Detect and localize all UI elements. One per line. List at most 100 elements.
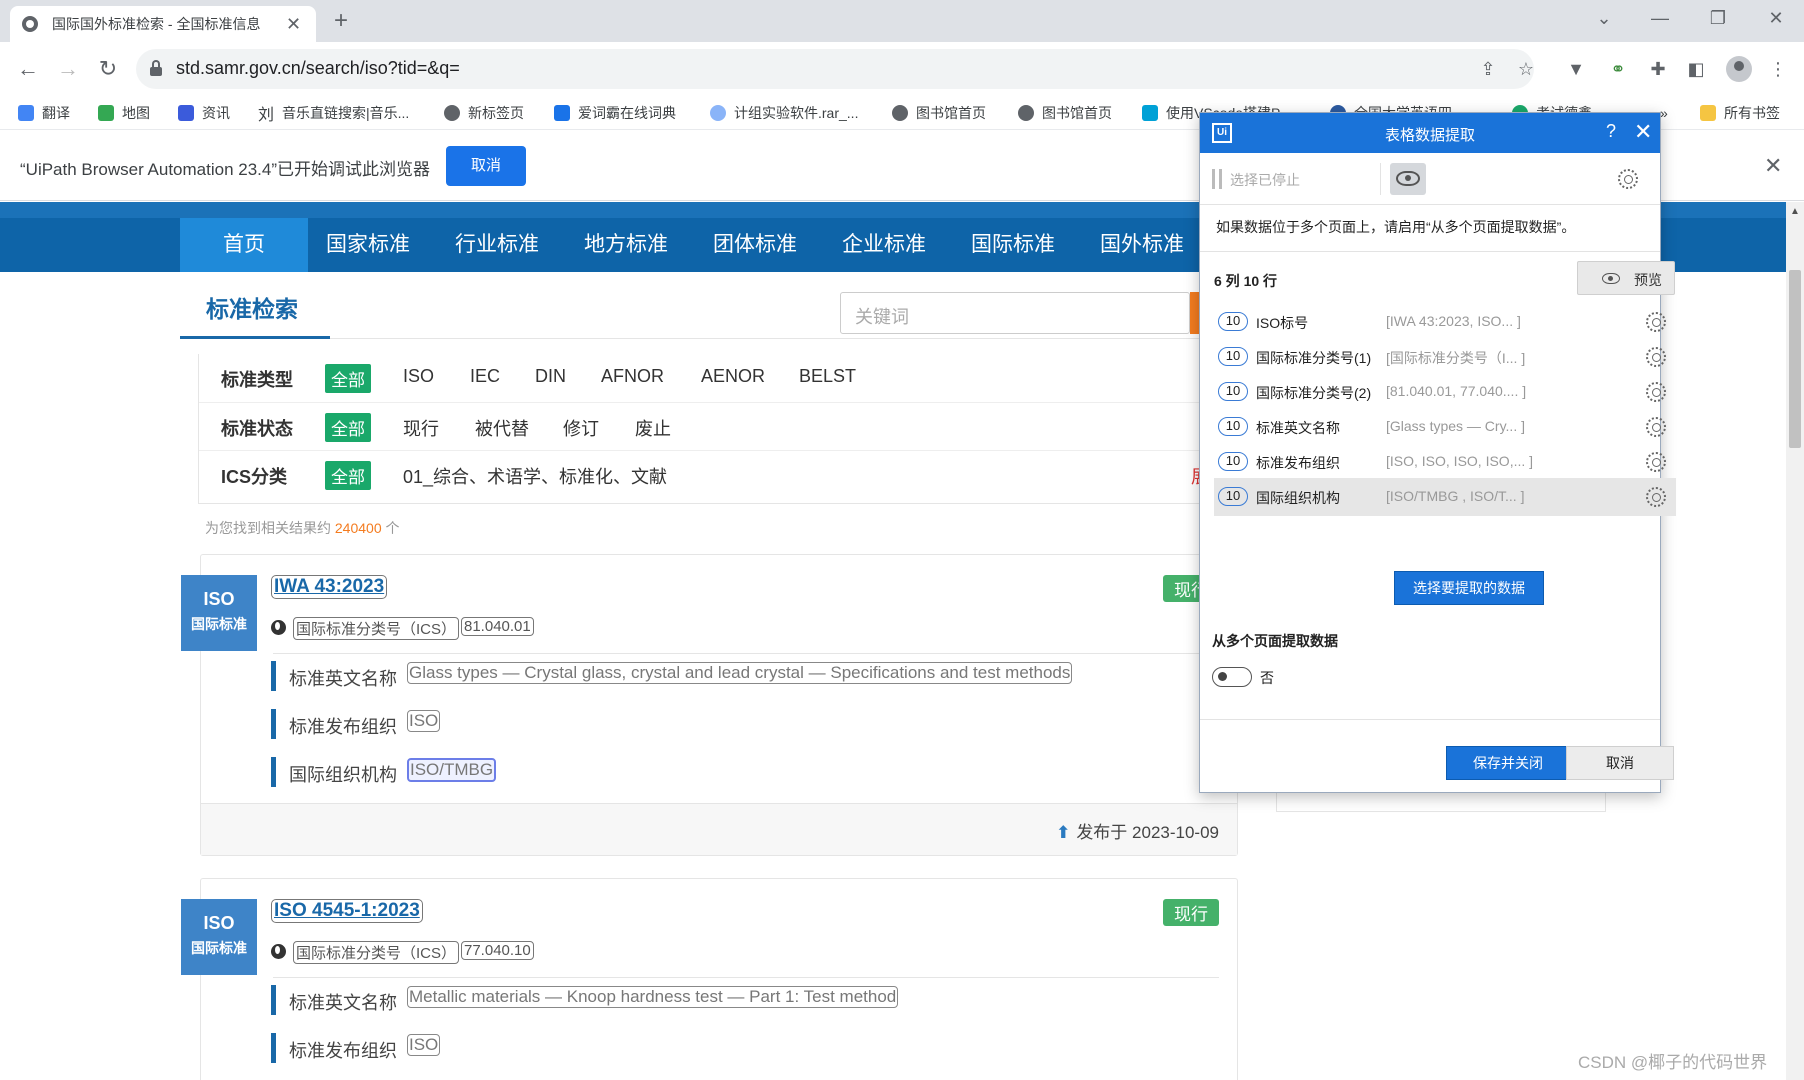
divider [1200,719,1660,720]
bookmark-library-2[interactable]: 图书馆首页 [1018,102,1112,124]
filter-ics-01[interactable]: 01_综合、术语学、标准化、文献 [403,463,667,489]
column-row[interactable]: 10 标准发布组织 [ISO, ISO, ISO, ISO,... ] [1214,443,1676,481]
filter-status-current[interactable]: 现行 [403,415,439,441]
share-icon[interactable]: ⇪ [1476,57,1500,81]
search-title: 标准检索 [206,296,298,322]
dialog-cancel-button[interactable]: 取消 [1566,746,1674,780]
gear-icon[interactable] [1646,382,1666,402]
forward-button[interactable]: → [54,55,82,83]
nav-national[interactable]: 国家标准 [304,218,432,272]
address-bar[interactable]: std.samr.gov.cn/search/iso?tid=&q= ⇪ ☆ [136,49,1534,89]
select-data-button[interactable]: 选择要提取的数据 [1394,571,1544,605]
gear-icon[interactable] [1646,487,1666,507]
gear-icon[interactable] [1646,347,1666,367]
nav-industry[interactable]: 行业标准 [433,218,561,272]
upload-icon: ⬆ [1056,823,1071,842]
ics-code[interactable]: 81.040.01 [461,617,534,636]
tab-search-icon[interactable]: ⌄ [1576,0,1632,36]
ics-code[interactable]: 77.040.10 [461,941,534,960]
restore-button[interactable]: ❐ [1690,0,1746,36]
dictionary-icon [554,105,570,121]
column-row[interactable]: 10 ISO标号 [IWA 43:2023, ISO... ] [1214,303,1676,341]
nav-international[interactable]: 国际标准 [949,218,1077,272]
standard-number-link[interactable]: ISO 4545-1:2023 [271,899,423,923]
standard-number-link[interactable]: IWA 43:2023 [271,575,388,599]
liu-glyph-icon: 刘 [258,107,275,124]
keyword-input[interactable]: 关键词 [840,292,1190,334]
pause-icon[interactable] [1212,169,1222,189]
multi-page-hint: 如果数据位于多个页面上，请启用“从多个页面提取数据”。 [1216,219,1576,235]
back-button[interactable]: ← [14,55,42,83]
bookmark-iciba[interactable]: 爱词霸在线词典 [554,102,676,124]
help-button[interactable]: ? [1606,121,1616,142]
multi-page-toggle[interactable] [1212,667,1252,687]
browser-tab[interactable]: 国际国外标准检索 - 全国标准信息 ✕ [10,6,316,42]
debug-cancel-button[interactable]: 取消 [446,146,526,186]
bookmark-news[interactable]: 资讯 [178,102,230,124]
filter-label: 标准类型 [221,370,293,390]
new-tab-button[interactable]: + [326,6,356,36]
minimize-button[interactable]: — [1632,0,1688,36]
filter-status-all[interactable]: 全部 [325,413,371,442]
column-row[interactable]: 10 国际标准分类号(1) [国际标准分类号（I... ] [1214,338,1676,376]
bookmark-rar[interactable]: 计组实验软件.rar_... [710,102,858,124]
column-row-selected[interactable]: 10 国际组织机构 [ISO/TMBG , ISO/T... ] [1214,478,1676,516]
news-icon [178,105,194,121]
all-bookmarks[interactable]: 所有书签 [1700,102,1780,124]
nav-foreign[interactable]: 国外标准 [1078,218,1206,272]
gear-icon[interactable] [1618,169,1638,189]
gear-icon[interactable] [1646,452,1666,472]
filter-type-afnor[interactable]: AFNOR [601,366,664,387]
filter-status-revised[interactable]: 修订 [563,415,599,441]
filter-ics-all[interactable]: 全部 [325,461,371,490]
highlight-toggle-button[interactable] [1390,163,1426,195]
column-row[interactable]: 10 国际标准分类号(2) [81.040.01, 77.040.... ] [1214,373,1676,411]
bilibili-icon [1142,105,1158,121]
close-window-button[interactable]: ✕ [1748,0,1804,36]
nav-home[interactable]: 首页 [180,218,308,272]
preview-button[interactable]: 预览 [1577,261,1675,295]
bookmark-translate[interactable]: 翻译 [18,102,70,124]
save-close-button[interactable]: 保存并关闭 [1446,746,1570,780]
bookmark-map[interactable]: 地图 [98,102,150,124]
filter-type-din[interactable]: DIN [535,366,566,387]
filter-status-abolished[interactable]: 废止 [635,415,671,441]
result-count: 为您找到相关结果约 240400 个 [205,520,400,536]
filter-type-iec[interactable]: IEC [470,366,500,387]
close-tab-icon[interactable]: ✕ [286,14,301,35]
gear-icon[interactable] [1646,417,1666,437]
close-icon[interactable]: ✕ [1764,153,1782,179]
nav-enterprise[interactable]: 企业标准 [820,218,948,272]
filter-status-replaced[interactable]: 被代替 [475,415,529,441]
menu-kebab-icon[interactable]: ⋮ [1764,55,1792,83]
bookmarks-overflow[interactable]: » [1660,102,1668,124]
nav-group[interactable]: 团体标准 [691,218,819,272]
divider [273,653,1219,654]
nav-local[interactable]: 地方标准 [562,218,690,272]
side-panel-icon[interactable]: ◧ [1682,55,1710,83]
extension-link-icon[interactable]: ⚭ [1604,55,1632,83]
gear-icon[interactable] [1646,312,1666,332]
filter-type-belst[interactable]: BELST [799,366,856,387]
bookmark-music[interactable]: 刘音乐直链搜索|音乐... [258,102,409,124]
column-row[interactable]: 10 标准英文名称 [Glass types — Cry... ] [1214,408,1676,446]
bookmark-newtab[interactable]: 新标签页 [444,102,524,124]
extension-v-icon[interactable]: ▼ [1562,55,1590,83]
filter-type-aenor[interactable]: AENOR [701,366,765,387]
filter-label: ICS分类 [221,467,288,487]
globe-icon [271,620,286,635]
dialog-close-button[interactable]: ✕ [1634,119,1652,145]
reload-button[interactable]: ↻ [94,55,122,83]
profile-avatar[interactable] [1726,56,1752,82]
filter-type-all[interactable]: 全部 [325,364,371,393]
card-footer: ⬆ 发布于 2023-10-09 [201,803,1237,855]
ics-label: 国际标准分类号（ICS） [293,617,460,640]
extensions-puzzle-icon[interactable]: ✚ [1644,55,1672,83]
scrollbar-thumb[interactable] [1789,270,1801,448]
scroll-up-icon[interactable]: ▲ [1790,206,1800,217]
filter-type-iso[interactable]: ISO [403,366,434,387]
selection-status: 选择已停止 [1230,172,1300,188]
bookmark-library-1[interactable]: 图书馆首页 [892,102,986,124]
bookmark-star-icon[interactable]: ☆ [1514,57,1538,81]
page-scrollbar[interactable]: ▲ [1786,202,1804,1080]
